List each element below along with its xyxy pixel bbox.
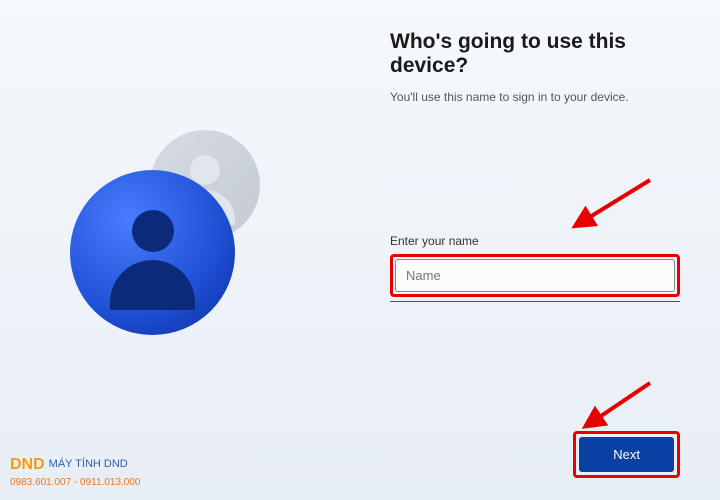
- form-panel: Who's going to use this device? You'll u…: [360, 0, 720, 500]
- avatar-illustration: [70, 140, 290, 360]
- name-input-label: Enter your name: [390, 234, 680, 248]
- watermark-brand: MÁY TÍNH DND: [49, 457, 128, 472]
- next-button[interactable]: Next: [579, 437, 674, 472]
- illustration-panel: [0, 0, 360, 500]
- user-icon-primary: [70, 170, 235, 335]
- watermark: DND MÁY TÍNH DND 0983.601.007 - 0911.013…: [10, 454, 141, 490]
- next-button-highlight: Next: [573, 431, 680, 478]
- watermark-phone: 0983.601.007 - 0911.013.000: [10, 476, 141, 490]
- watermark-logo: DND: [10, 454, 45, 476]
- name-input-highlight: [390, 254, 680, 297]
- page-title: Who's going to use this device?: [390, 30, 680, 78]
- annotation-arrow-next: [580, 375, 660, 430]
- input-underline: [390, 301, 680, 302]
- name-input[interactable]: [395, 259, 675, 292]
- page-subtitle: You'll use this name to sign in to your …: [390, 90, 680, 104]
- annotation-arrow-input: [570, 170, 660, 230]
